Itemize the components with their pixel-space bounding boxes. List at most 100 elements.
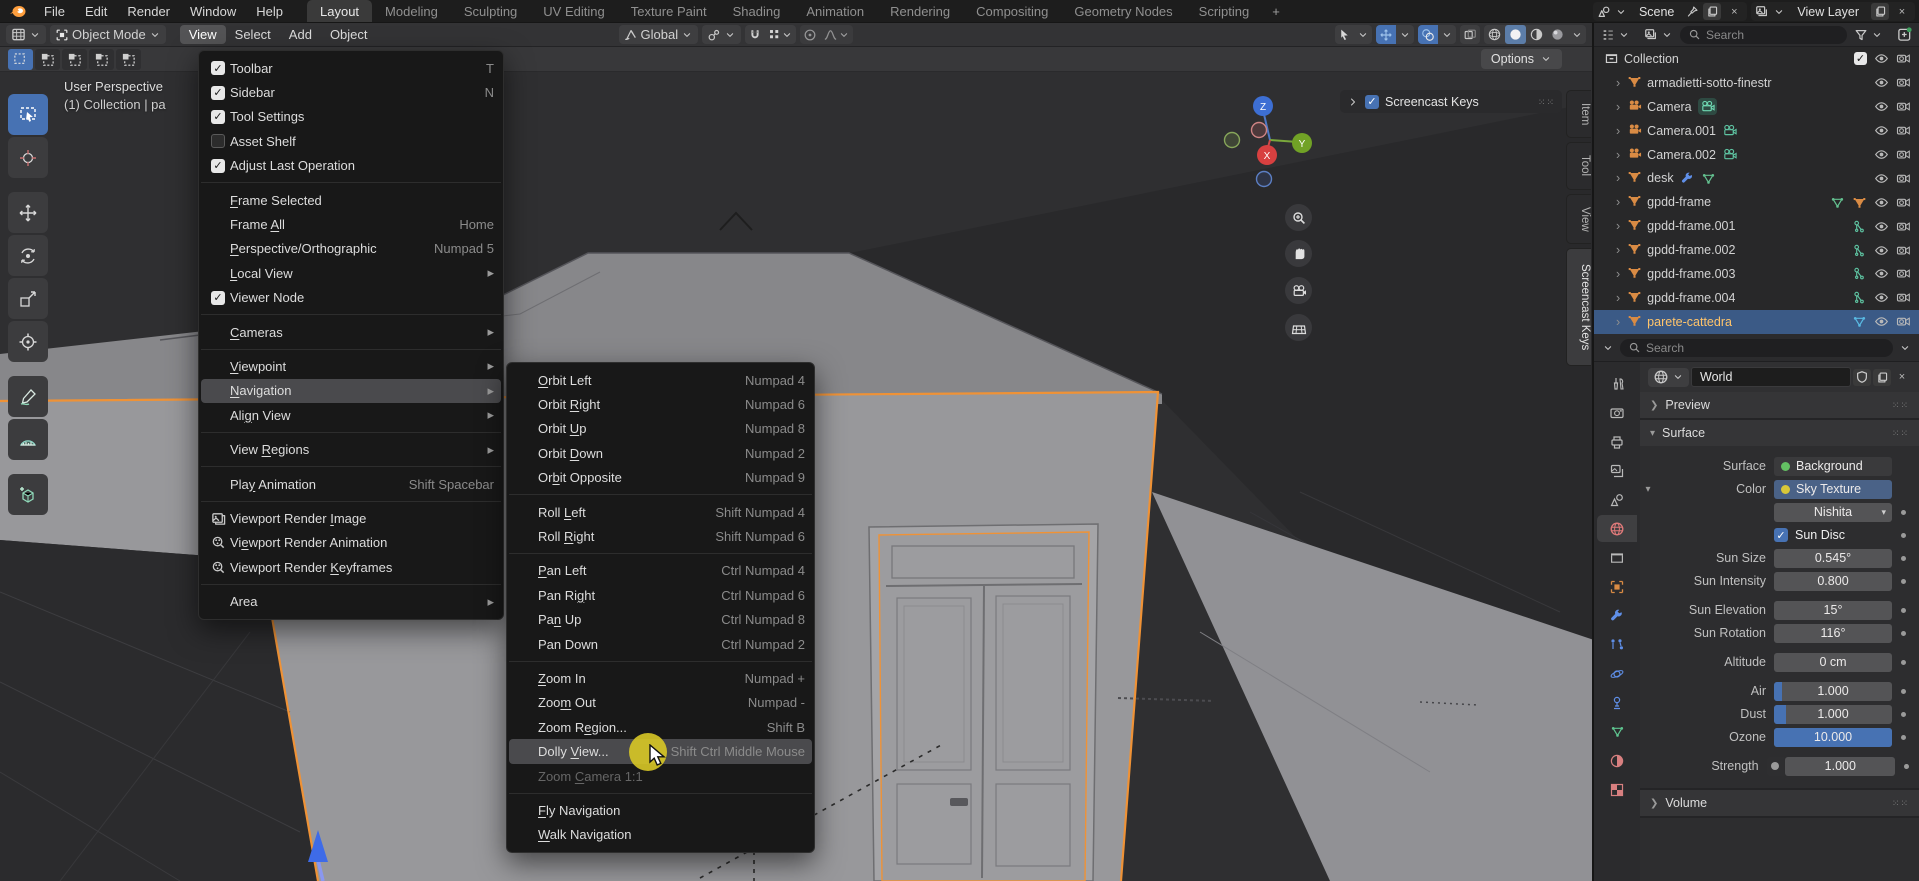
expander-icon[interactable]: ▾ <box>1640 484 1656 495</box>
remove-view-layer-button[interactable]: × <box>1893 3 1911 20</box>
properties-tab-collection[interactable] <box>1597 544 1637 571</box>
unlink-scene-button[interactable]: × <box>1725 3 1743 20</box>
use-nodes-dot-button[interactable] <box>1767 757 1785 776</box>
outliner-item-gpdd-frame-004[interactable]: › gpdd-frame.004 <box>1594 286 1919 310</box>
camera-visibility-toggle[interactable] <box>1896 123 1911 138</box>
workspace-tab-scripting[interactable]: Scripting <box>1186 0 1263 23</box>
outliner-item-Camera-001[interactable]: › Camera.001 <box>1594 119 1919 143</box>
expand-arrow-icon[interactable]: › <box>1616 124 1620 138</box>
workspace-tab-uv-editing[interactable]: UV Editing <box>530 0 617 23</box>
xray-toggle[interactable] <box>1460 25 1480 44</box>
shading-material-button[interactable] <box>1526 25 1547 44</box>
sidebar-tab-view[interactable]: View <box>1566 194 1591 244</box>
chevron-down-icon[interactable] <box>1602 342 1614 354</box>
expand-arrow-icon[interactable]: › <box>1616 243 1620 257</box>
outliner-item-gpdd-frame-003[interactable]: › gpdd-frame.003 <box>1594 262 1919 286</box>
camera-visibility-toggle[interactable] <box>1896 266 1911 281</box>
shading-rendered-button[interactable] <box>1547 25 1568 44</box>
nav-menu-item-orbit-left[interactable]: Orbit Left Numpad 4 <box>507 368 814 392</box>
add-cube-tool[interactable] <box>8 474 48 515</box>
hide-eye-toggle[interactable] <box>1874 147 1889 162</box>
select-subtract-button[interactable] <box>62 49 87 70</box>
hide-eye-toggle[interactable] <box>1874 314 1889 329</box>
select-extend-button[interactable] <box>35 49 60 70</box>
hide-eye-toggle[interactable] <box>1874 51 1889 66</box>
drag-handle[interactable]: ⁙⁙ <box>1892 800 1909 806</box>
hide-eye-toggle[interactable] <box>1874 99 1889 114</box>
view-menu-item-cameras[interactable]: Cameras ▸ <box>199 320 503 344</box>
outliner-item-Camera-002[interactable]: › Camera.002 <box>1594 143 1919 167</box>
view-menu-item-frame-all[interactable]: Frame All Home <box>199 212 503 236</box>
workspace-tab-sculpting[interactable]: Sculpting <box>451 0 530 23</box>
hide-eye-toggle[interactable] <box>1874 266 1889 281</box>
unlink-world-button[interactable]: × <box>1893 369 1911 386</box>
outliner-item-gpdd-frame[interactable]: › gpdd-frame <box>1594 190 1919 214</box>
keyframe-dot[interactable] <box>1901 556 1906 561</box>
keyframe-dot[interactable] <box>1901 510 1906 515</box>
hide-eye-toggle[interactable] <box>1874 123 1889 138</box>
nav-menu-item-roll-left[interactable]: Roll Left Shift Numpad 4 <box>507 500 814 524</box>
outliner-collection-row[interactable]: Collection ✓ <box>1594 47 1919 71</box>
camera-visibility-toggle[interactable] <box>1896 219 1911 234</box>
workspace-tab-compositing[interactable]: Compositing <box>963 0 1061 23</box>
chevron-down-icon[interactable] <box>1615 6 1627 18</box>
hide-eye-toggle[interactable] <box>1874 195 1889 210</box>
rotate-tool[interactable] <box>8 235 48 276</box>
properties-tab-physics[interactable] <box>1597 660 1637 687</box>
expand-arrow-icon[interactable]: › <box>1616 195 1620 209</box>
view-menu-item-tool-settings[interactable]: ✓ Tool Settings <box>199 105 503 129</box>
properties-tab-object[interactable] <box>1597 573 1637 600</box>
view-menu-item-viewport-render-animation[interactable]: Viewport Render Animation <box>199 531 503 555</box>
properties-tab-object-data[interactable] <box>1597 718 1637 745</box>
view-menu-item-play-animation[interactable]: Play Animation Shift Spacebar <box>199 472 503 496</box>
camera-visibility-toggle[interactable] <box>1896 290 1911 305</box>
prop-value[interactable]: Nishita▾ <box>1774 503 1892 522</box>
expand-arrow-icon[interactable]: › <box>1616 291 1620 305</box>
topbar-menu-file[interactable]: File <box>34 0 75 23</box>
measure-tool[interactable] <box>8 419 48 460</box>
properties-tab-constraints[interactable] <box>1597 689 1637 716</box>
scale-tool[interactable] <box>8 278 48 319</box>
hide-eye-toggle[interactable] <box>1874 243 1889 258</box>
view-menu-item-perspective-orthographic[interactable]: Perspective/Orthographic Numpad 5 <box>199 237 503 261</box>
workspace-tab-modeling[interactable]: Modeling <box>372 0 451 23</box>
outliner-item-gpdd-frame-002[interactable]: › gpdd-frame.002 <box>1594 238 1919 262</box>
sidebar-tab-item[interactable]: Item <box>1566 90 1591 138</box>
nav-menu-item-pan-up[interactable]: Pan Up Ctrl Numpad 8 <box>507 608 814 632</box>
outliner-display-mode[interactable] <box>1596 25 1635 44</box>
shading-wireframe-button[interactable] <box>1484 25 1505 44</box>
nav-menu-item-fly-navigation[interactable]: Fly Navigation <box>507 798 814 822</box>
camera-visibility-toggle[interactable] <box>1896 99 1911 114</box>
view-menu-item-adjust-last-operation[interactable]: ✓ Adjust Last Operation <box>199 154 503 178</box>
drag-handle[interactable]: ⁙⁙ <box>1892 430 1909 436</box>
keyframe-dot[interactable] <box>1901 579 1906 584</box>
workspace-tab-layout[interactable]: Layout <box>307 0 372 23</box>
prop-value[interactable]: Sky Texture <box>1774 480 1892 499</box>
view-menu-item-view-regions[interactable]: View Regions ▸ <box>199 437 503 461</box>
view-menu-item-frame-selected[interactable]: Frame Selected <box>199 188 503 212</box>
screencast-keys-checkbox[interactable]: ✓ <box>1365 95 1379 109</box>
camera-visibility-toggle[interactable] <box>1896 51 1911 66</box>
workspace-tab-geometry-nodes[interactable]: Geometry Nodes <box>1061 0 1185 23</box>
view-layer-icon[interactable] <box>1755 5 1769 19</box>
nav-menu-item-roll-right[interactable]: Roll Right Shift Numpad 6 <box>507 524 814 548</box>
properties-tab-world[interactable] <box>1597 515 1637 542</box>
view-menu-item-area[interactable]: Area ▸ <box>199 589 503 613</box>
hide-eye-toggle[interactable] <box>1874 75 1889 90</box>
snap-magnet-toggle[interactable] <box>745 25 765 44</box>
cursor-3d-tool[interactable] <box>8 137 48 178</box>
keyframe-dot[interactable] <box>1901 631 1906 636</box>
camera-visibility-toggle[interactable] <box>1896 75 1911 90</box>
volume-panel-header[interactable]: ❯ Volume⁙⁙ <box>1640 790 1919 816</box>
topbar-menu-edit[interactable]: Edit <box>75 0 117 23</box>
scene-name[interactable]: Scene <box>1631 5 1682 19</box>
preview-panel-header[interactable]: ❯ Preview⁙⁙ <box>1640 392 1919 418</box>
expand-arrow-icon[interactable]: › <box>1616 100 1620 114</box>
nav-menu-item-pan-right[interactable]: Pan Right Ctrl Numpad 6 <box>507 583 814 607</box>
prop-value[interactable]: 116° <box>1774 624 1892 643</box>
mode-selector[interactable]: Object Mode <box>50 25 166 44</box>
transform-tool[interactable] <box>8 321 48 362</box>
nav-menu-item-pan-down[interactable]: Pan Down Ctrl Numpad 2 <box>507 632 814 656</box>
topbar-menu-window[interactable]: Window <box>180 0 246 23</box>
expand-arrow-icon[interactable]: › <box>1616 148 1620 162</box>
